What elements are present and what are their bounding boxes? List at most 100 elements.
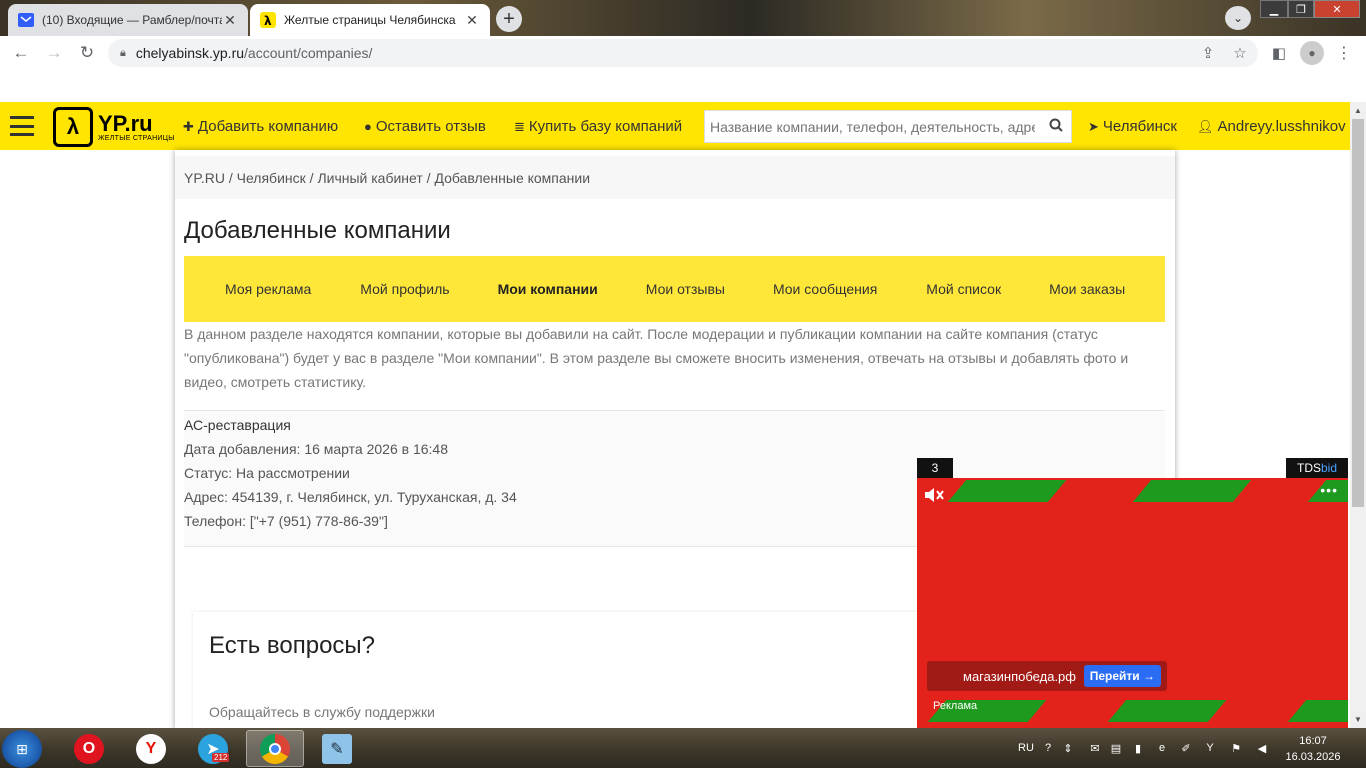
forward-arrow-icon[interactable]: → xyxy=(42,41,66,65)
breadcrumb-item[interactable]: Челябинск xyxy=(237,170,306,186)
minimize-button[interactable]: ▁ xyxy=(1260,0,1288,18)
lock-icon: 🔒︎ xyxy=(120,46,126,59)
help-icon[interactable]: ? xyxy=(1040,736,1056,760)
close-icon[interactable]: ✕ xyxy=(222,12,238,29)
clipboard-icon[interactable]: ▤ xyxy=(1108,736,1124,760)
ad-stripe xyxy=(1287,700,1348,722)
city-label: Челябинск xyxy=(1102,118,1177,135)
mail-icon xyxy=(18,12,34,28)
drawing-icon[interactable]: ✐ xyxy=(1178,736,1194,760)
account-tabs: Моя реклама Мой профиль Мои компании Мои… xyxy=(184,256,1165,322)
tab-title: (10) Входящие — Рамблер/почта xyxy=(42,13,222,27)
start-button[interactable]: ⊞ xyxy=(2,730,42,768)
yp-logo[interactable]: λ YP.ru ЖЕЛТЫЕ СТРАНИЦЫ xyxy=(53,107,175,147)
muted-speaker-icon[interactable] xyxy=(923,486,945,509)
action-center-flag-icon[interactable]: ⚑ xyxy=(1228,736,1244,760)
ad-site-name: магазинпобеда.рф xyxy=(963,668,1076,684)
menu-kebab-icon[interactable]: ⋮ xyxy=(1334,41,1354,65)
buy-base-link[interactable]: ≣ Купить базу компаний xyxy=(514,118,682,135)
chrome-app[interactable] xyxy=(246,730,304,767)
plus-icon: ✚ xyxy=(183,118,194,134)
scrollbar-thumb[interactable] xyxy=(1352,119,1364,507)
clock-date: 16.03.2026 xyxy=(1285,751,1341,763)
yandex-browser-app[interactable]: Y xyxy=(122,730,180,767)
opera-icon: O xyxy=(74,733,104,764)
scroll-down-arrow-icon[interactable]: ▼ xyxy=(1350,711,1366,727)
yp-favicon-icon: λ xyxy=(260,12,276,28)
tab-my-profile[interactable]: Мой профиль xyxy=(360,281,449,297)
company-added-date: Дата добавления: 16 марта 2026 в 16:48 xyxy=(184,441,448,457)
maximize-button[interactable]: ❐ xyxy=(1288,0,1314,18)
user-icon: 👤︎ xyxy=(1197,118,1214,134)
comment-icon: ● xyxy=(364,119,372,134)
leave-review-link[interactable]: ● Оставить отзыв xyxy=(364,118,486,135)
language-indicator[interactable]: RU xyxy=(1015,736,1037,760)
tray-app-icon[interactable]: ✉ xyxy=(1086,736,1104,760)
leave-review-label: Оставить отзыв xyxy=(375,118,486,135)
location-arrow-icon: ➤ xyxy=(1088,118,1099,134)
video-ad[interactable]: ••• магазинпобеда.рф Перейти → Реклама xyxy=(917,478,1348,728)
breadcrumb-item[interactable]: Личный кабинет xyxy=(317,170,422,186)
search-icon[interactable] xyxy=(1049,118,1063,135)
breadcrumb-item: Добавленные компании xyxy=(434,170,591,186)
address-bar[interactable]: 🔒︎ chelyabinsk.yp.ru /account/companies/ xyxy=(108,39,1258,67)
page-title: Добавленные компании xyxy=(184,217,451,244)
add-company-link[interactable]: ✚ Добавить компанию xyxy=(183,118,338,135)
breadcrumb-item[interactable]: YP.RU xyxy=(184,170,225,186)
back-arrow-icon[interactable]: ← xyxy=(9,41,33,65)
tray-expand-icon[interactable]: ⇕ xyxy=(1062,736,1074,760)
city-selector[interactable]: ➤ Челябинск xyxy=(1088,118,1177,135)
tab-my-messages[interactable]: Мои сообщения xyxy=(773,281,877,297)
ad-counter: 3 xyxy=(917,458,953,478)
opera-app[interactable]: O xyxy=(60,730,118,767)
search-input[interactable] xyxy=(705,118,1035,135)
reload-icon[interactable]: ↻ xyxy=(75,41,99,65)
tab-search-chevron-icon[interactable]: ⌄ xyxy=(1225,6,1251,30)
share-icon[interactable]: ⇪ xyxy=(1196,41,1220,65)
hamburger-menu-icon[interactable] xyxy=(10,116,34,136)
add-company-label: Добавить компанию xyxy=(197,118,339,135)
new-tab-button[interactable]: + xyxy=(496,6,522,32)
database-icon: ≣ xyxy=(514,118,525,134)
edge-icon[interactable]: e xyxy=(1154,736,1170,760)
ad-stripe xyxy=(947,480,1067,502)
ad-more-icon[interactable]: ••• xyxy=(1320,482,1338,498)
tab-my-ads[interactable]: Моя реклама xyxy=(225,281,311,297)
scroll-up-arrow-icon[interactable]: ▲ xyxy=(1350,102,1366,118)
tab-yellow-pages[interactable]: λ Желтые страницы Челябинска ✕ xyxy=(250,4,490,36)
telegram-badge: 212 xyxy=(212,753,230,762)
tab-rambler-mail[interactable]: (10) Входящие — Рамблер/почта ✕ xyxy=(8,4,248,36)
notepad-app[interactable]: ✎ xyxy=(308,730,366,767)
notepad-icon: ✎ xyxy=(322,733,352,764)
ad-network-name: TDS xyxy=(1296,461,1321,475)
site-header: λ YP.ru ЖЕЛТЫЕ СТРАНИЦЫ ✚ Добавить компа… xyxy=(0,102,1350,150)
system-clock[interactable]: 16:07 16.03.2026 xyxy=(1280,733,1346,765)
company-name[interactable]: АС-реставрация xyxy=(184,413,1165,437)
tab-my-list[interactable]: Мой список xyxy=(926,281,1001,297)
tab-my-reviews[interactable]: Мои отзывы xyxy=(646,281,725,297)
tab-title: Желтые страницы Челябинска xyxy=(284,13,456,27)
tab-my-orders[interactable]: Мои заказы xyxy=(1049,281,1125,297)
user-name: Andreyy.lusshnikov xyxy=(1217,118,1346,135)
user-menu[interactable]: 👤︎ Andreyy.lusshnikov xyxy=(1197,118,1346,135)
tab-my-companies[interactable]: Мои компании xyxy=(498,281,598,297)
site-search xyxy=(704,110,1072,143)
support-block: Есть вопросы? Обращайтесь в службу подде… xyxy=(193,612,933,732)
ad-network-label: TDS bid xyxy=(1286,458,1348,478)
logo-text: YP.ru xyxy=(98,110,153,136)
volume-icon[interactable]: ◀ xyxy=(1254,736,1270,760)
yandex-tray-icon[interactable]: Y xyxy=(1202,736,1218,760)
ad-link-bar[interactable]: магазинпобеда.рф Перейти → xyxy=(927,661,1167,691)
close-icon[interactable]: ✕ xyxy=(464,12,480,29)
side-panel-icon[interactable]: ◧ xyxy=(1267,41,1291,65)
profile-avatar[interactable]: ● xyxy=(1300,41,1324,65)
url-host: chelyabinsk.yp.ru xyxy=(135,45,245,61)
breadcrumb: YP.RU / Челябинск / Личный кабинет / Доб… xyxy=(175,156,1175,199)
buy-base-label: Купить базу компаний xyxy=(528,118,683,135)
clock-time: 16:07 xyxy=(1299,735,1327,747)
battery-icon[interactable]: ▮ xyxy=(1130,736,1146,760)
ad-go-button[interactable]: Перейти → xyxy=(1083,665,1161,687)
bookmark-star-icon[interactable]: ☆ xyxy=(1228,41,1252,65)
close-window-button[interactable]: ✕ xyxy=(1314,0,1360,18)
ad-stripe xyxy=(1107,700,1227,722)
